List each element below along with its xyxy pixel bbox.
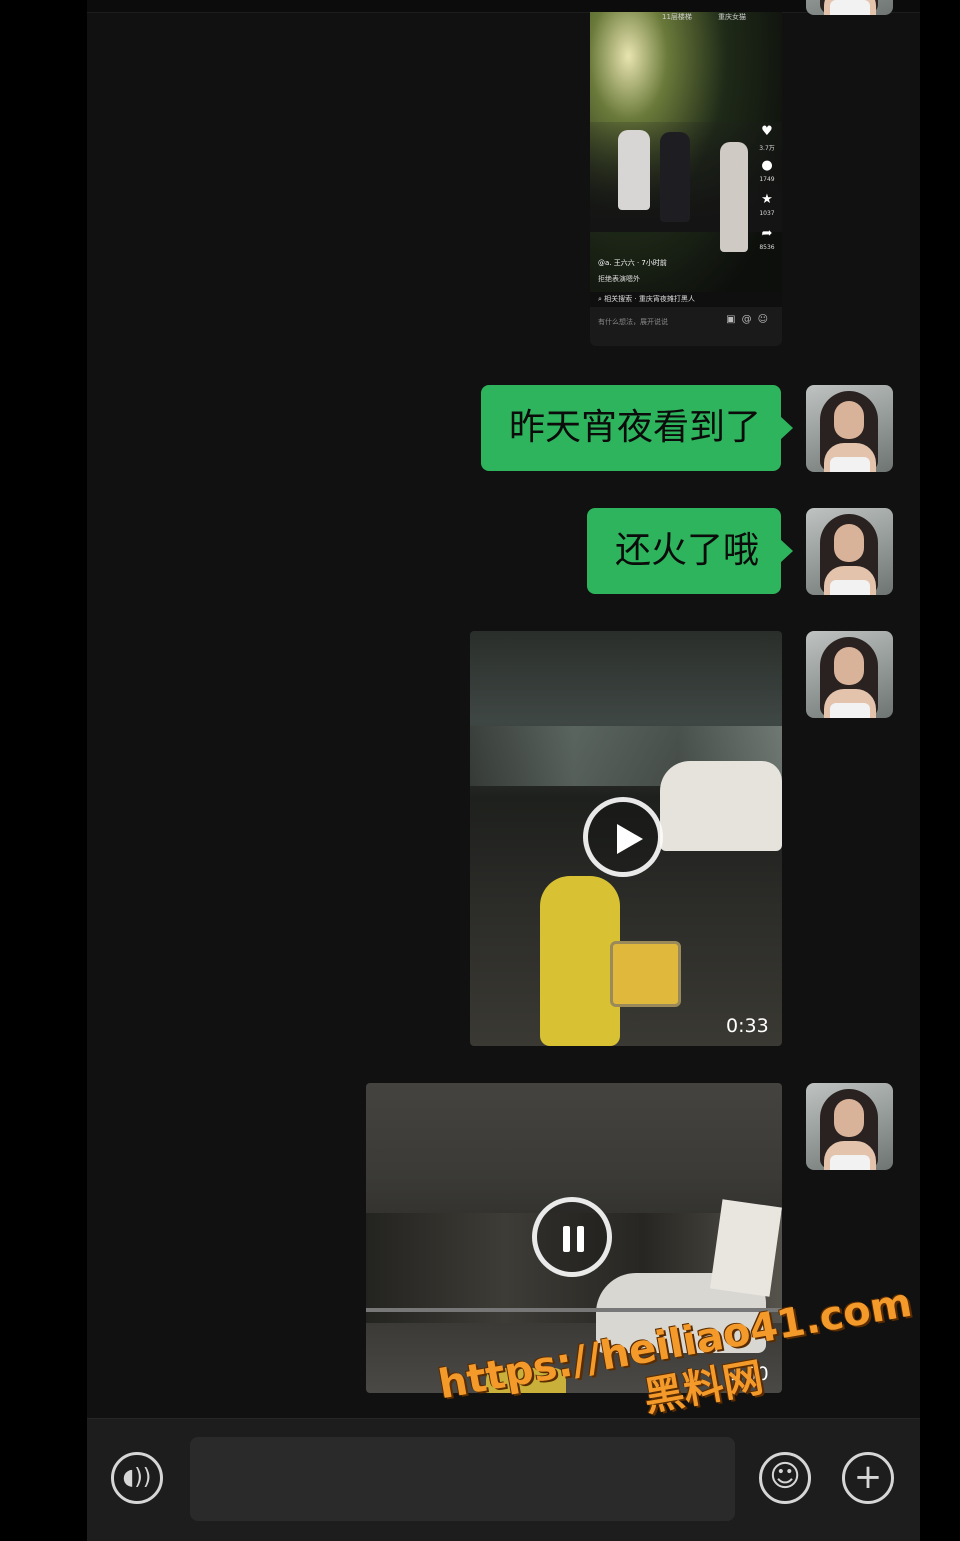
- message-text: 昨天宵夜看到了: [509, 407, 762, 448]
- shot-top-right: 重庆女猫: [718, 13, 746, 21]
- avatar[interactable]: [806, 1083, 893, 1170]
- avatar[interactable]: [806, 0, 893, 15]
- message-text: 还火了哦: [615, 530, 760, 571]
- text-message[interactable]: 还火了哦: [587, 508, 793, 594]
- avatar[interactable]: [806, 508, 893, 595]
- shot-related-search: ⌕ 相关搜索 · 重庆宵夜摊打黑人: [590, 292, 782, 307]
- comment-icon: ●: [761, 158, 773, 173]
- star-icon: ★: [761, 192, 773, 207]
- chat-header-edge: [87, 0, 920, 13]
- video-duration: 0:33: [726, 1015, 769, 1037]
- shot-top-left: 11层楼梯: [662, 13, 692, 21]
- emoji-icon[interactable]: ☺: [759, 1452, 811, 1504]
- shot-input-icons: ▣@☺: [726, 314, 774, 325]
- voice-input-icon[interactable]: ◖)): [111, 1452, 163, 1504]
- comment-count: 1749: [759, 176, 775, 183]
- shot-description: 拒绝表演嗯外: [598, 275, 640, 283]
- search-icon: ⌕: [598, 295, 602, 303]
- like-count: 3.7万: [759, 145, 775, 152]
- share-icon: ➦: [761, 226, 773, 241]
- like-icon: ♥: [761, 124, 773, 139]
- share-count: 8536: [759, 244, 775, 251]
- play-button-icon[interactable]: [583, 797, 663, 877]
- image-message[interactable]: 11层楼梯 重庆女猫 ♥ 3.7万 ● 1749 ★ 1037 ➦ 8536 @…: [590, 12, 782, 346]
- video-message[interactable]: 0:33: [470, 631, 782, 1046]
- fav-count: 1037: [759, 210, 775, 217]
- avatar[interactable]: [806, 631, 893, 718]
- avatar[interactable]: [806, 385, 893, 472]
- shot-username: @a. 王六六 · 7小时前: [598, 259, 667, 267]
- pause-button-icon[interactable]: [532, 1197, 612, 1277]
- text-message[interactable]: 昨天宵夜看到了: [481, 385, 793, 471]
- add-icon[interactable]: +: [842, 1452, 894, 1504]
